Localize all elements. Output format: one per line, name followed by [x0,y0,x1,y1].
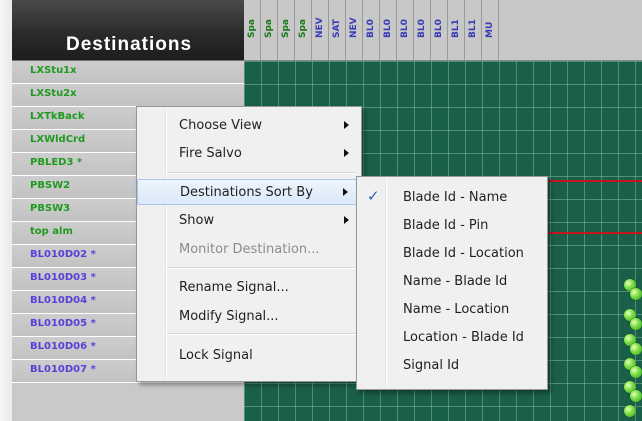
menu-item-lock-signal[interactable]: Lock Signal [137,343,361,369]
sort-option-signal-id[interactable]: Signal Id [357,353,547,380]
source-column-label: BL0 [366,19,376,38]
sort-option-label: Location - Blade Id [403,330,524,345]
menu-item-show[interactable]: Show [137,208,361,234]
sort-option-label: Blade Id - Pin [403,218,489,233]
destination-label: BL010D05 * [30,318,96,329]
destinations-title: Destinations [66,34,193,55]
menu-separator [167,172,357,174]
sort-option-name-blade-id[interactable]: Name - Blade Id [357,269,547,296]
crosspoint-dot-icon[interactable] [630,318,642,330]
menu-item-label: Fire Salvo [179,146,242,161]
source-column-header[interactable]: Spa [278,0,295,60]
source-column-label: BL0 [383,19,393,38]
destination-label: LXStu2x [30,88,77,99]
crosspoint-dot-icon[interactable] [630,343,642,355]
source-column-label: BL1 [468,19,478,38]
source-column-header[interactable]: BL0 [363,0,380,60]
source-column-header[interactable]: Spa [244,0,261,60]
sort-by-submenu: ✓ Blade Id - Name Blade Id - Pin Blade Id -… [356,176,548,390]
sort-option-label: Name - Blade Id [403,274,508,289]
sort-option-label: Name - Location [403,302,510,317]
source-column-header[interactable]: BL0 [397,0,414,60]
menu-item-rename-signal[interactable]: Rename Signal... [137,275,361,301]
sort-option-blade-id-pin[interactable]: Blade Id - Pin [357,213,547,240]
menu-item-choose-view[interactable]: Choose View [137,113,361,139]
destination-label: BL010D04 * [30,295,96,306]
destination-label: PBLED3 * [30,157,83,168]
destination-label: PBSW2 [30,180,71,191]
crosspoint-dot-icon[interactable] [624,405,636,417]
source-column-label: BL1 [451,19,461,38]
source-column-label: SAT [332,19,342,38]
destination-label: LXStu1x [30,65,77,76]
destination-label: BL010D02 * [30,249,96,260]
source-column-headers: Spa Spa Spa Spa NEV SAT NEV BL0 BL0 BL0 BL0 BL0 BL1 B… [244,0,642,61]
source-column-label: Spa [281,19,291,38]
destination-label: BL010D03 * [30,272,96,283]
source-column-label: NEV [315,17,325,38]
source-column-header[interactable]: BL0 [380,0,397,60]
context-menu: Choose View Fire Salvo Destinations Sort B… [136,106,362,382]
sort-option-blade-id-name[interactable]: ✓ Blade Id - Name [357,185,547,212]
source-column-header[interactable]: BL1 [448,0,465,60]
menu-item-fire-salvo[interactable]: Fire Salvo [137,141,361,167]
menu-separator [167,333,357,335]
source-column-header[interactable]: BL1 [465,0,482,60]
destination-label: BL010D06 * [30,341,96,352]
destination-label: top alm [30,226,73,237]
sort-option-label: Signal Id [403,358,460,373]
chevron-right-icon [343,188,348,196]
menu-item-label: Show [179,213,215,228]
source-column-label: Spa [298,19,308,38]
router-control-window: Destinations Spa Spa Spa Spa NEV SAT NEV BL0 BL0… [0,0,642,421]
crosspoint-dot-icon[interactable] [630,366,642,378]
sort-option-label: Blade Id - Name [403,190,508,205]
menu-item-destinations-sort-by[interactable]: Destinations Sort By [137,179,361,205]
sort-option-label: Blade Id - Location [403,246,524,261]
destination-label: BL010D07 * [30,364,96,375]
menu-separator [167,267,357,269]
source-column-header[interactable]: SAT [329,0,346,60]
source-column-label: BL0 [400,19,410,38]
source-column-header[interactable]: NEV [346,0,363,60]
sort-option-location-blade-id[interactable]: Location - Blade Id [357,325,547,352]
menu-item-label: Monitor Destination... [179,242,320,257]
sort-option-name-location[interactable]: Name - Location [357,297,547,324]
menu-item-label: Choose View [179,118,262,133]
crosspoint-dot-icon[interactable] [630,288,642,300]
menu-item-label: Lock Signal [179,348,253,363]
destination-label: LXWldCrd [30,134,86,145]
menu-item-label: Modify Signal... [179,309,279,324]
menu-item-monitor-destination: Monitor Destination... [137,237,361,263]
source-column-label: BL0 [417,19,427,38]
destination-row[interactable]: LXStu1x [12,61,244,84]
sort-option-blade-id-location[interactable]: Blade Id - Location [357,241,547,268]
checkmark-icon: ✓ [367,187,380,205]
source-column-header[interactable]: NEV [312,0,329,60]
source-column-label: MU [485,21,495,38]
source-column-header[interactable]: BL0 [414,0,431,60]
chevron-right-icon [344,121,349,129]
menu-item-label: Rename Signal... [179,280,289,295]
destination-label: LXTkBack [30,111,85,122]
source-column-label: NEV [349,17,359,38]
source-column-header[interactable]: MU [482,0,499,60]
crosspoint-dot-icon[interactable] [630,390,642,402]
source-column-header[interactable]: Spa [295,0,312,60]
source-column-header[interactable]: Spa [261,0,278,60]
chevron-right-icon [344,216,349,224]
source-column-label: BL0 [434,19,444,38]
menu-item-modify-signal[interactable]: Modify Signal... [137,304,361,330]
destination-row[interactable]: LXStu2x [12,84,244,107]
source-column-header[interactable]: BL0 [431,0,448,60]
destinations-header: Destinations [12,0,244,61]
source-column-label: Spa [247,19,257,38]
chevron-right-icon [344,149,349,157]
destination-label: PBSW3 [30,203,71,214]
source-column-label: Spa [264,19,274,38]
menu-item-label: Destinations Sort By [180,185,313,200]
